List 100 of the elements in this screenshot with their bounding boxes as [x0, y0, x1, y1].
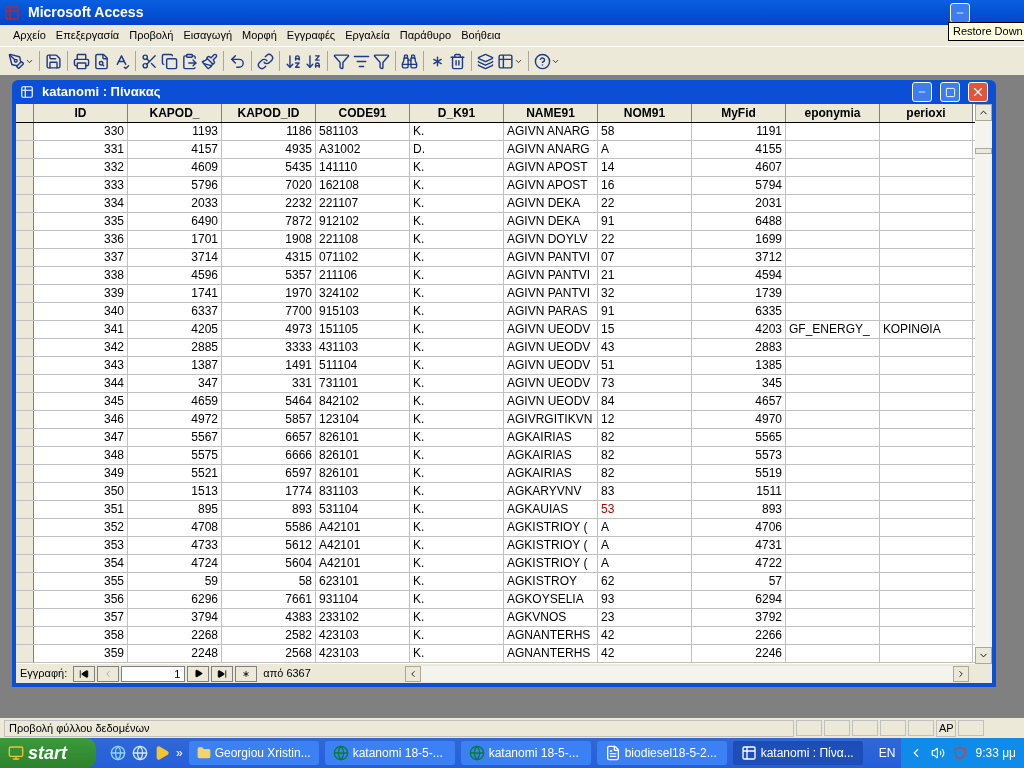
menu-item[interactable]: Αρχείο [8, 27, 51, 44]
column-header[interactable]: KAPOD_ [128, 104, 222, 122]
row-selector[interactable] [16, 627, 34, 644]
menu-item[interactable]: Επεξεργασία [50, 27, 125, 44]
record-number-field[interactable]: 1 [121, 665, 186, 682]
row-selector[interactable] [16, 501, 34, 518]
maximize-button[interactable] [940, 82, 960, 102]
more-chevron[interactable]: » [176, 744, 183, 762]
speaker-icon[interactable] [931, 746, 946, 760]
menu-item[interactable]: Μορφή [237, 27, 282, 44]
column-header[interactable]: ID [34, 104, 128, 122]
row-selector[interactable] [16, 591, 34, 608]
column-header[interactable]: KAPOD_ID [222, 104, 316, 122]
menu-item[interactable]: Εργαλεία [340, 27, 395, 44]
row-selector[interactable] [16, 465, 34, 482]
taskbar-button[interactable]: biodiesel18-5-2... [596, 741, 727, 765]
taskbar-button[interactable]: katanomi : Πίνα... [732, 741, 863, 765]
taskbar-button[interactable]: Georgiou Xristin... [188, 741, 319, 765]
row-selector[interactable] [16, 375, 34, 392]
cut-icon[interactable] [141, 52, 158, 70]
column-header[interactable]: perioxi [880, 104, 973, 122]
table-cell: 15 [601, 322, 615, 336]
print-preview-icon[interactable] [93, 52, 110, 70]
select-all-cell[interactable] [16, 104, 34, 122]
row-selector[interactable] [16, 249, 34, 266]
column-header[interactable]: CODE91 [316, 104, 410, 122]
menu-item[interactable]: Παράθυρο [394, 27, 457, 44]
column-header[interactable]: NOM91 [598, 104, 692, 122]
save-icon[interactable] [45, 52, 62, 70]
table-cell: 340 [103, 304, 124, 318]
row-selector[interactable] [16, 519, 34, 536]
sort-descending-icon[interactable] [305, 52, 322, 70]
menu-item[interactable]: Βοήθεια [456, 27, 506, 44]
row-selector[interactable] [16, 177, 34, 194]
row-selector[interactable] [16, 159, 34, 176]
column-header[interactable]: MyFid [692, 104, 786, 122]
row-selector[interactable] [16, 321, 34, 338]
column-header[interactable]: NAME91 [504, 104, 598, 122]
row-selector[interactable] [16, 123, 34, 140]
scroll-right-icon[interactable] [956, 668, 966, 679]
scroll-thumb[interactable] [975, 148, 992, 154]
row-selector[interactable] [16, 267, 34, 284]
vertical-scrollbar[interactable] [975, 104, 992, 664]
hyperlink-icon[interactable] [257, 52, 274, 70]
table-cell: AGKAIRIAS [507, 448, 572, 462]
record-label: Εγγραφή: [20, 666, 68, 682]
media-player-icon[interactable] [154, 745, 170, 761]
design-view-icon[interactable] [8, 52, 25, 70]
delete-record-icon[interactable] [449, 52, 466, 70]
undo-icon[interactable] [229, 52, 246, 70]
print-icon[interactable] [73, 52, 90, 70]
help-icon[interactable] [534, 52, 551, 70]
taskbar-button[interactable]: katanomi 18-5-... [324, 741, 455, 765]
row-selector[interactable] [16, 141, 34, 158]
format-painter-icon[interactable] [201, 52, 218, 70]
first-record-button[interactable] [73, 665, 96, 682]
find-icon[interactable] [401, 52, 418, 70]
row-selector[interactable] [16, 213, 34, 230]
column-header[interactable]: D_K91 [410, 104, 504, 122]
table-cell: 1699 [755, 232, 782, 246]
apply-filter-icon[interactable] [373, 52, 390, 70]
row-selector[interactable] [16, 231, 34, 248]
start-button[interactable]: start [0, 738, 96, 768]
row-selector[interactable] [16, 339, 34, 356]
minimize-button[interactable] [950, 2, 970, 23]
row-selector[interactable] [16, 429, 34, 446]
copy-icon[interactable] [161, 52, 178, 70]
menu-item[interactable]: Εγγραφές [281, 27, 341, 44]
browser-icon[interactable] [132, 745, 148, 761]
last-record-button[interactable] [211, 665, 234, 682]
globe-icon [332, 745, 349, 761]
sort-ascending-icon[interactable] [285, 52, 302, 70]
row-selector[interactable] [16, 573, 34, 590]
row-selector[interactable] [16, 447, 34, 464]
browser-icon[interactable] [110, 745, 126, 761]
language-indicator[interactable]: EN [878, 744, 896, 762]
row-selector[interactable] [16, 483, 34, 500]
next-record-button[interactable] [187, 665, 210, 682]
row-selector[interactable] [16, 393, 34, 410]
table-cell: 4935 [285, 142, 312, 156]
table-cell: A31002 [319, 142, 361, 156]
row-selector[interactable] [16, 285, 34, 302]
filter-by-selection-icon[interactable] [333, 52, 350, 70]
row-selector[interactable] [16, 609, 34, 626]
menu-item[interactable]: Εισαγωγή [178, 27, 238, 44]
row-selector[interactable] [16, 303, 34, 320]
horizontal-scrollbar[interactable] [405, 665, 969, 682]
table-cell: 4607 [755, 160, 782, 174]
row-selector[interactable] [16, 537, 34, 554]
new-object-icon[interactable] [497, 52, 514, 70]
row-selector[interactable] [16, 645, 34, 662]
row-selector[interactable] [16, 195, 34, 212]
row-selector[interactable] [16, 555, 34, 572]
row-selector[interactable] [16, 411, 34, 428]
taskbar-button[interactable]: katanomi 18-5-... [460, 741, 591, 765]
column-header[interactable]: eponymia [786, 104, 880, 122]
row-selector[interactable] [16, 357, 34, 374]
paste-icon[interactable] [181, 52, 198, 70]
menu-item[interactable]: Προβολή [124, 27, 179, 44]
close-button[interactable] [968, 82, 988, 102]
